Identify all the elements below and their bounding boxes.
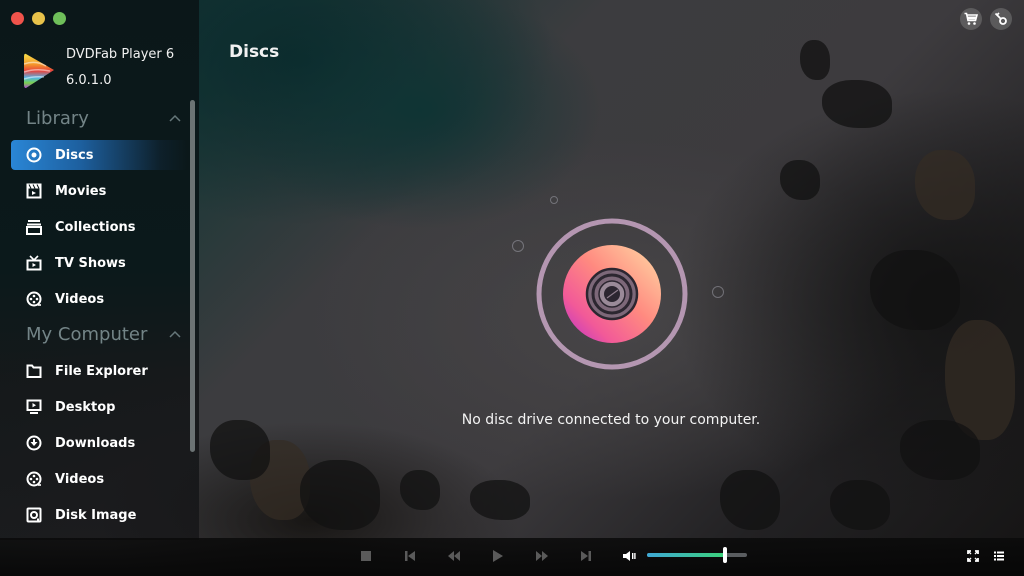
sidebar-item-collections[interactable]: Collections — [11, 212, 187, 242]
sidebar-item-videos-computer[interactable]: Videos — [11, 464, 187, 494]
empty-state-message: No disc drive connected to your computer… — [0, 412, 1024, 428]
rewind-icon — [448, 551, 460, 561]
sidebar-item-label: Collections — [55, 219, 136, 235]
clapperboard-icon — [26, 183, 42, 199]
minimize-window-button[interactable] — [32, 12, 45, 25]
film-reel-icon — [26, 291, 42, 307]
page-title: Discs — [229, 42, 280, 62]
folder-icon — [26, 363, 42, 379]
rock — [822, 80, 892, 128]
sidebar-item-label: TV Shows — [55, 255, 126, 271]
volume-icon — [623, 551, 636, 561]
maximize-window-button[interactable] — [53, 12, 66, 25]
rock — [300, 460, 380, 530]
skip-next-button[interactable] — [577, 547, 595, 565]
sidebar-scrollbar[interactable] — [190, 100, 195, 452]
chevron-up-icon[interactable] — [168, 328, 182, 342]
fullscreen-icon — [967, 550, 979, 562]
volume-slider-thumb[interactable] — [723, 547, 727, 563]
sidebar-item-label: Movies — [55, 183, 107, 199]
sidebar-item-label: Downloads — [55, 435, 136, 451]
skip-next-icon — [581, 551, 591, 561]
volume-button[interactable] — [620, 547, 638, 565]
cart-button[interactable] — [960, 8, 982, 30]
fast-forward-button[interactable] — [533, 547, 551, 565]
sidebar-item-videos-library[interactable]: Videos — [11, 284, 187, 314]
rock — [915, 150, 975, 220]
stop-icon — [361, 551, 371, 561]
decorative-ring — [550, 196, 558, 204]
section-title: My Computer — [26, 324, 148, 345]
volume-slider[interactable] — [647, 547, 747, 563]
rock — [210, 420, 270, 480]
disk-image-icon — [26, 507, 42, 523]
sidebar-item-discs[interactable]: Discs — [11, 140, 187, 170]
disc-icon — [536, 218, 688, 370]
sidebar-item-label: Videos — [55, 291, 105, 307]
sidebar-item-disk-image[interactable]: Disk Image — [11, 500, 187, 530]
top-right-actions — [960, 8, 1012, 30]
rock — [720, 470, 780, 530]
key-icon — [994, 12, 1007, 25]
app-version: 6.0.1.0 — [66, 73, 112, 88]
tv-icon — [26, 255, 42, 271]
app-name: DVDFab Player 6 — [66, 47, 175, 62]
rock — [470, 480, 530, 520]
rock — [900, 420, 980, 480]
chevron-up-icon[interactable] — [168, 112, 182, 126]
skip-previous-button[interactable] — [401, 547, 419, 565]
decorative-ring — [512, 240, 524, 252]
rock — [870, 250, 960, 330]
sidebar-item-downloads[interactable]: Downloads — [11, 428, 187, 458]
volume-level-fill — [647, 553, 725, 557]
window-controls — [11, 12, 66, 25]
rock — [400, 470, 440, 510]
player-control-bar — [0, 538, 1024, 576]
key-button[interactable] — [990, 8, 1012, 30]
disc-illustration — [534, 216, 690, 372]
section-title: Library — [26, 108, 89, 129]
close-window-button[interactable] — [11, 12, 24, 25]
cart-icon — [964, 12, 978, 25]
app-logo-icon — [24, 53, 54, 88]
sidebar: DVDFab Player 6 6.0.1.0 Library Discs Mo… — [0, 0, 199, 540]
sidebar-item-movies[interactable]: Movies — [11, 176, 187, 206]
sidebar-item-label: Videos — [55, 471, 105, 487]
disc-icon — [26, 147, 42, 163]
rock — [830, 480, 890, 530]
download-icon — [26, 435, 42, 451]
rewind-button[interactable] — [445, 547, 463, 565]
playlist-button[interactable] — [990, 547, 1008, 565]
rock — [800, 40, 830, 80]
sidebar-item-file-explorer[interactable]: File Explorer — [11, 356, 187, 386]
sidebar-item-label: Disk Image — [55, 507, 137, 523]
no-disc-message: No disc drive connected to your computer… — [461, 412, 761, 428]
rock — [780, 160, 820, 200]
section-library-header[interactable]: Library — [26, 108, 182, 129]
section-my-computer-header[interactable]: My Computer — [26, 324, 182, 345]
collections-icon — [26, 219, 42, 235]
stop-button[interactable] — [357, 547, 375, 565]
play-button[interactable] — [489, 547, 507, 565]
fast-forward-icon — [536, 551, 548, 561]
app-brand: DVDFab Player 6 6.0.1.0 — [24, 46, 174, 90]
sidebar-item-tv-shows[interactable]: TV Shows — [11, 248, 187, 278]
sidebar-item-label: File Explorer — [55, 363, 148, 379]
film-reel-icon — [26, 471, 42, 487]
decorative-ring — [712, 286, 724, 298]
play-icon — [493, 550, 503, 562]
skip-previous-icon — [405, 551, 415, 561]
sidebar-item-label: Discs — [55, 147, 94, 163]
playlist-icon — [994, 551, 1004, 561]
fullscreen-button[interactable] — [964, 547, 982, 565]
